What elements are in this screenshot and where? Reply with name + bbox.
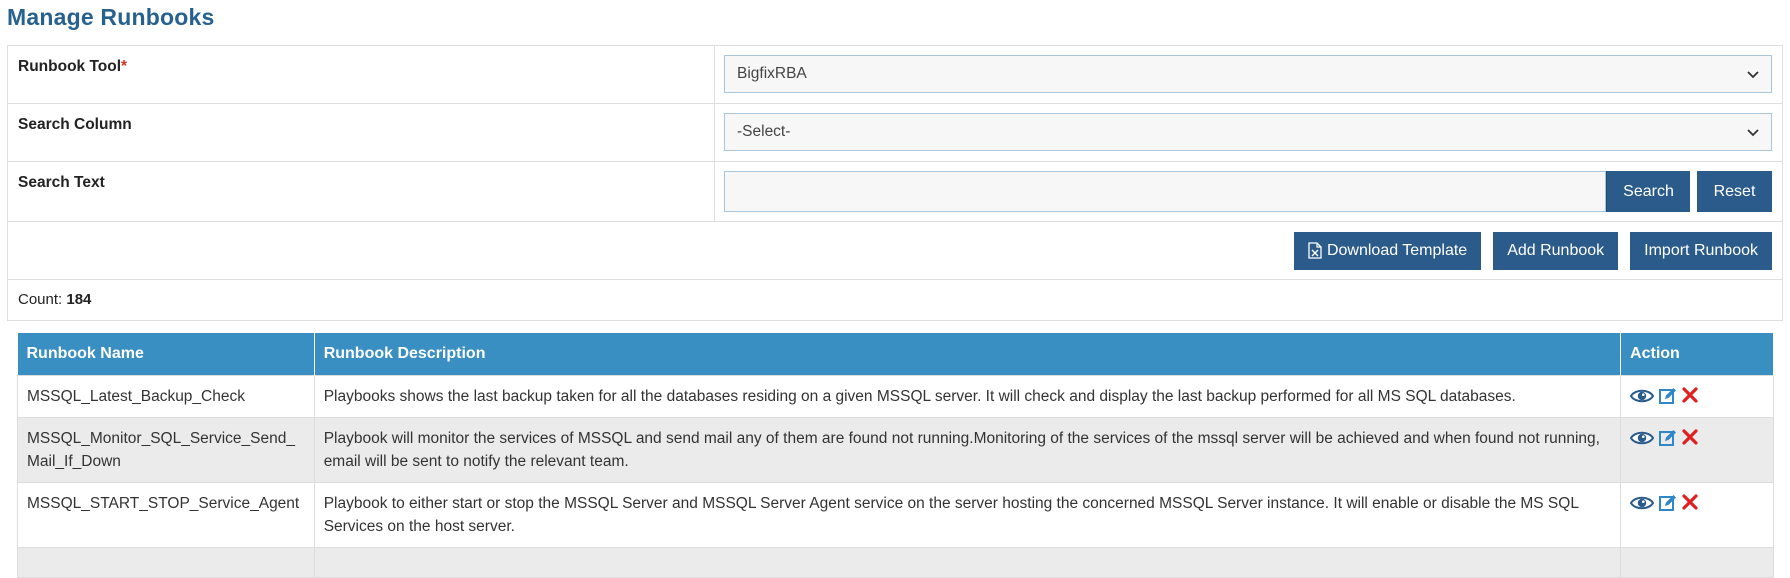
action-cell [1620,481,1774,548]
edit-icon[interactable] [1659,387,1677,405]
table-row: MSSQL_Latest_Backup_Check Playbooks shows… [17,374,1774,418]
excel-file-icon [1308,242,1322,259]
action-icons [1630,492,1764,512]
column-header-name[interactable]: Runbook Name [17,333,315,375]
runbooks-table: Runbook Name Runbook Description Action … [17,333,1774,578]
download-template-button[interactable]: Download Template [1293,231,1482,270]
table-row: MSSQL_START_STOP_Service_Agent Playbook t… [17,481,1774,548]
chevron-down-icon [1747,71,1759,79]
action-icons [1630,385,1764,405]
view-icon[interactable] [1630,494,1655,512]
runbook-tool-value: BigfixRBA [737,65,807,82]
column-header-description[interactable]: Runbook Description [314,333,1622,375]
runbook-description-cell: Playbooks shows the last backup taken fo… [313,374,1622,418]
runbook-description-cell: Playbook will monitor the services of MS… [313,416,1622,483]
search-column-label: Search Column [8,104,715,161]
delete-icon[interactable] [1682,493,1698,510]
runbook-name-cell: MSSQL_Monitor_SQL_Service_Send_Mail_If_D… [17,416,315,483]
search-button[interactable]: Search [1606,171,1690,212]
download-template-label: Download Template [1326,241,1468,259]
count-label: Count: [18,291,63,308]
action-bar: Download Template Add Runbook Import Run… [8,222,1782,280]
edit-icon[interactable] [1659,429,1677,447]
runbook-tool-label: Runbook Tool* [8,46,715,103]
search-text-label: Search Text [8,162,715,221]
required-mark: * [121,58,128,75]
table-row: MSSQL_Monitor_SQL_Service_Send_Mail_If_D… [17,416,1774,483]
view-icon[interactable] [1630,387,1655,405]
runbook-tool-row: Runbook Tool* BigfixRBA [8,46,1782,104]
import-runbook-button[interactable]: Import Runbook [1630,231,1772,270]
delete-icon[interactable] [1682,428,1698,445]
runbook-filter-form: Runbook Tool* BigfixRBA Search Column -S… [7,45,1783,321]
page-title: Manage Runbooks [7,4,215,30]
view-icon[interactable] [1630,429,1655,447]
count-row: Count: 184 [8,280,1782,320]
action-cell [1620,416,1774,483]
runbook-tool-select[interactable]: BigfixRBA [724,55,1772,93]
action-icons [1630,427,1764,447]
table-row [17,546,1774,578]
column-header-action: Action [1620,333,1774,375]
action-cell [1620,374,1774,418]
reset-button[interactable]: Reset [1697,171,1772,212]
search-column-select[interactable]: -Select- [724,113,1772,151]
action-cell [1620,546,1774,578]
runbooks-table-wrap: Runbook Name Runbook Description Action … [17,333,1774,578]
search-text-input[interactable] [724,171,1606,212]
delete-icon[interactable] [1682,386,1698,403]
runbook-name-cell: MSSQL_Latest_Backup_Check [17,374,315,418]
runbook-description-cell: Playbook to either start or stop the MSS… [313,481,1622,548]
runbook-name-cell [17,546,315,578]
edit-icon[interactable] [1659,494,1677,512]
search-column-row: Search Column -Select- [8,104,1782,162]
chevron-down-icon [1747,129,1759,137]
search-text-row: Search Text Search Reset [8,162,1782,222]
runbook-name-cell: MSSQL_START_STOP_Service_Agent [17,481,315,548]
runbook-description-cell [313,546,1622,578]
add-runbook-button[interactable]: Add Runbook [1493,231,1619,270]
count-value: 184 [66,291,92,308]
search-column-value: -Select- [737,123,791,140]
